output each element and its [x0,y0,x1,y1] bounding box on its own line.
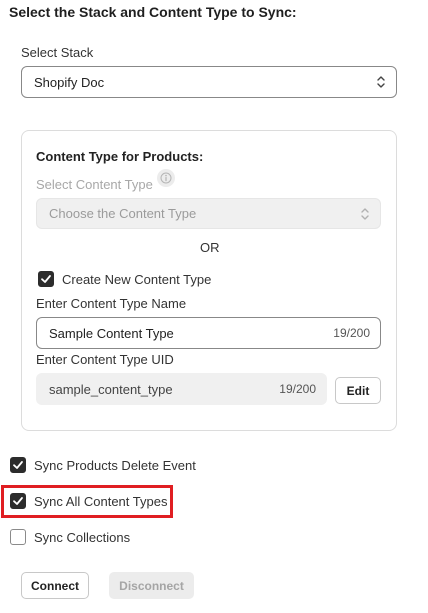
content-type-uid-input[interactable]: sample_content_type 19/200 [36,373,327,405]
edit-uid-button[interactable]: Edit [335,377,381,404]
create-new-content-type-label: Create New Content Type [62,272,212,287]
chevron-up-down-icon [377,76,385,88]
sync-all-content-types-checkbox[interactable] [10,493,26,509]
info-glyph-icon [160,172,172,184]
content-type-select-placeholder: Choose the Content Type [49,206,197,221]
content-type-name-value: Sample Content Type [49,325,174,341]
disconnect-button[interactable]: Disconnect [109,572,194,599]
select-stack-label: Select Stack [21,45,94,60]
stack-select-value: Shopify Doc [34,74,105,90]
content-type-uid-counter: 19/200 [279,382,316,396]
select-content-type-label: Select Content Type [36,177,153,192]
sync-collections-label: Sync Collections [34,530,131,545]
connect-button[interactable]: Connect [21,572,89,599]
content-type-name-counter: 19/200 [333,326,370,340]
sync-all-content-types-label: Sync All Content Types [34,494,168,509]
create-new-content-type-checkbox[interactable] [38,271,54,287]
content-type-name-label: Enter Content Type Name [36,296,187,311]
card-title: Content Type for Products: [36,149,204,164]
stack-select[interactable]: Shopify Doc [21,66,397,98]
content-type-uid-value: sample_content_type [49,381,173,397]
content-type-select[interactable]: Choose the Content Type [36,198,381,229]
sync-collections-checkbox[interactable] [10,529,26,545]
chevron-up-down-icon [361,207,369,220]
content-type-name-input[interactable]: Sample Content Type 19/200 [36,317,381,349]
check-icon [13,461,23,469]
sync-products-delete-event-checkbox[interactable] [10,457,26,473]
info-icon[interactable] [157,169,175,187]
or-divider-text: OR [200,240,220,255]
content-type-uid-label: Enter Content Type UID [36,352,174,367]
page-title: Select the Stack and Content Type to Syn… [9,4,297,20]
check-icon [41,275,51,283]
check-icon [13,497,23,505]
sync-products-delete-event-label: Sync Products Delete Event [34,458,196,473]
